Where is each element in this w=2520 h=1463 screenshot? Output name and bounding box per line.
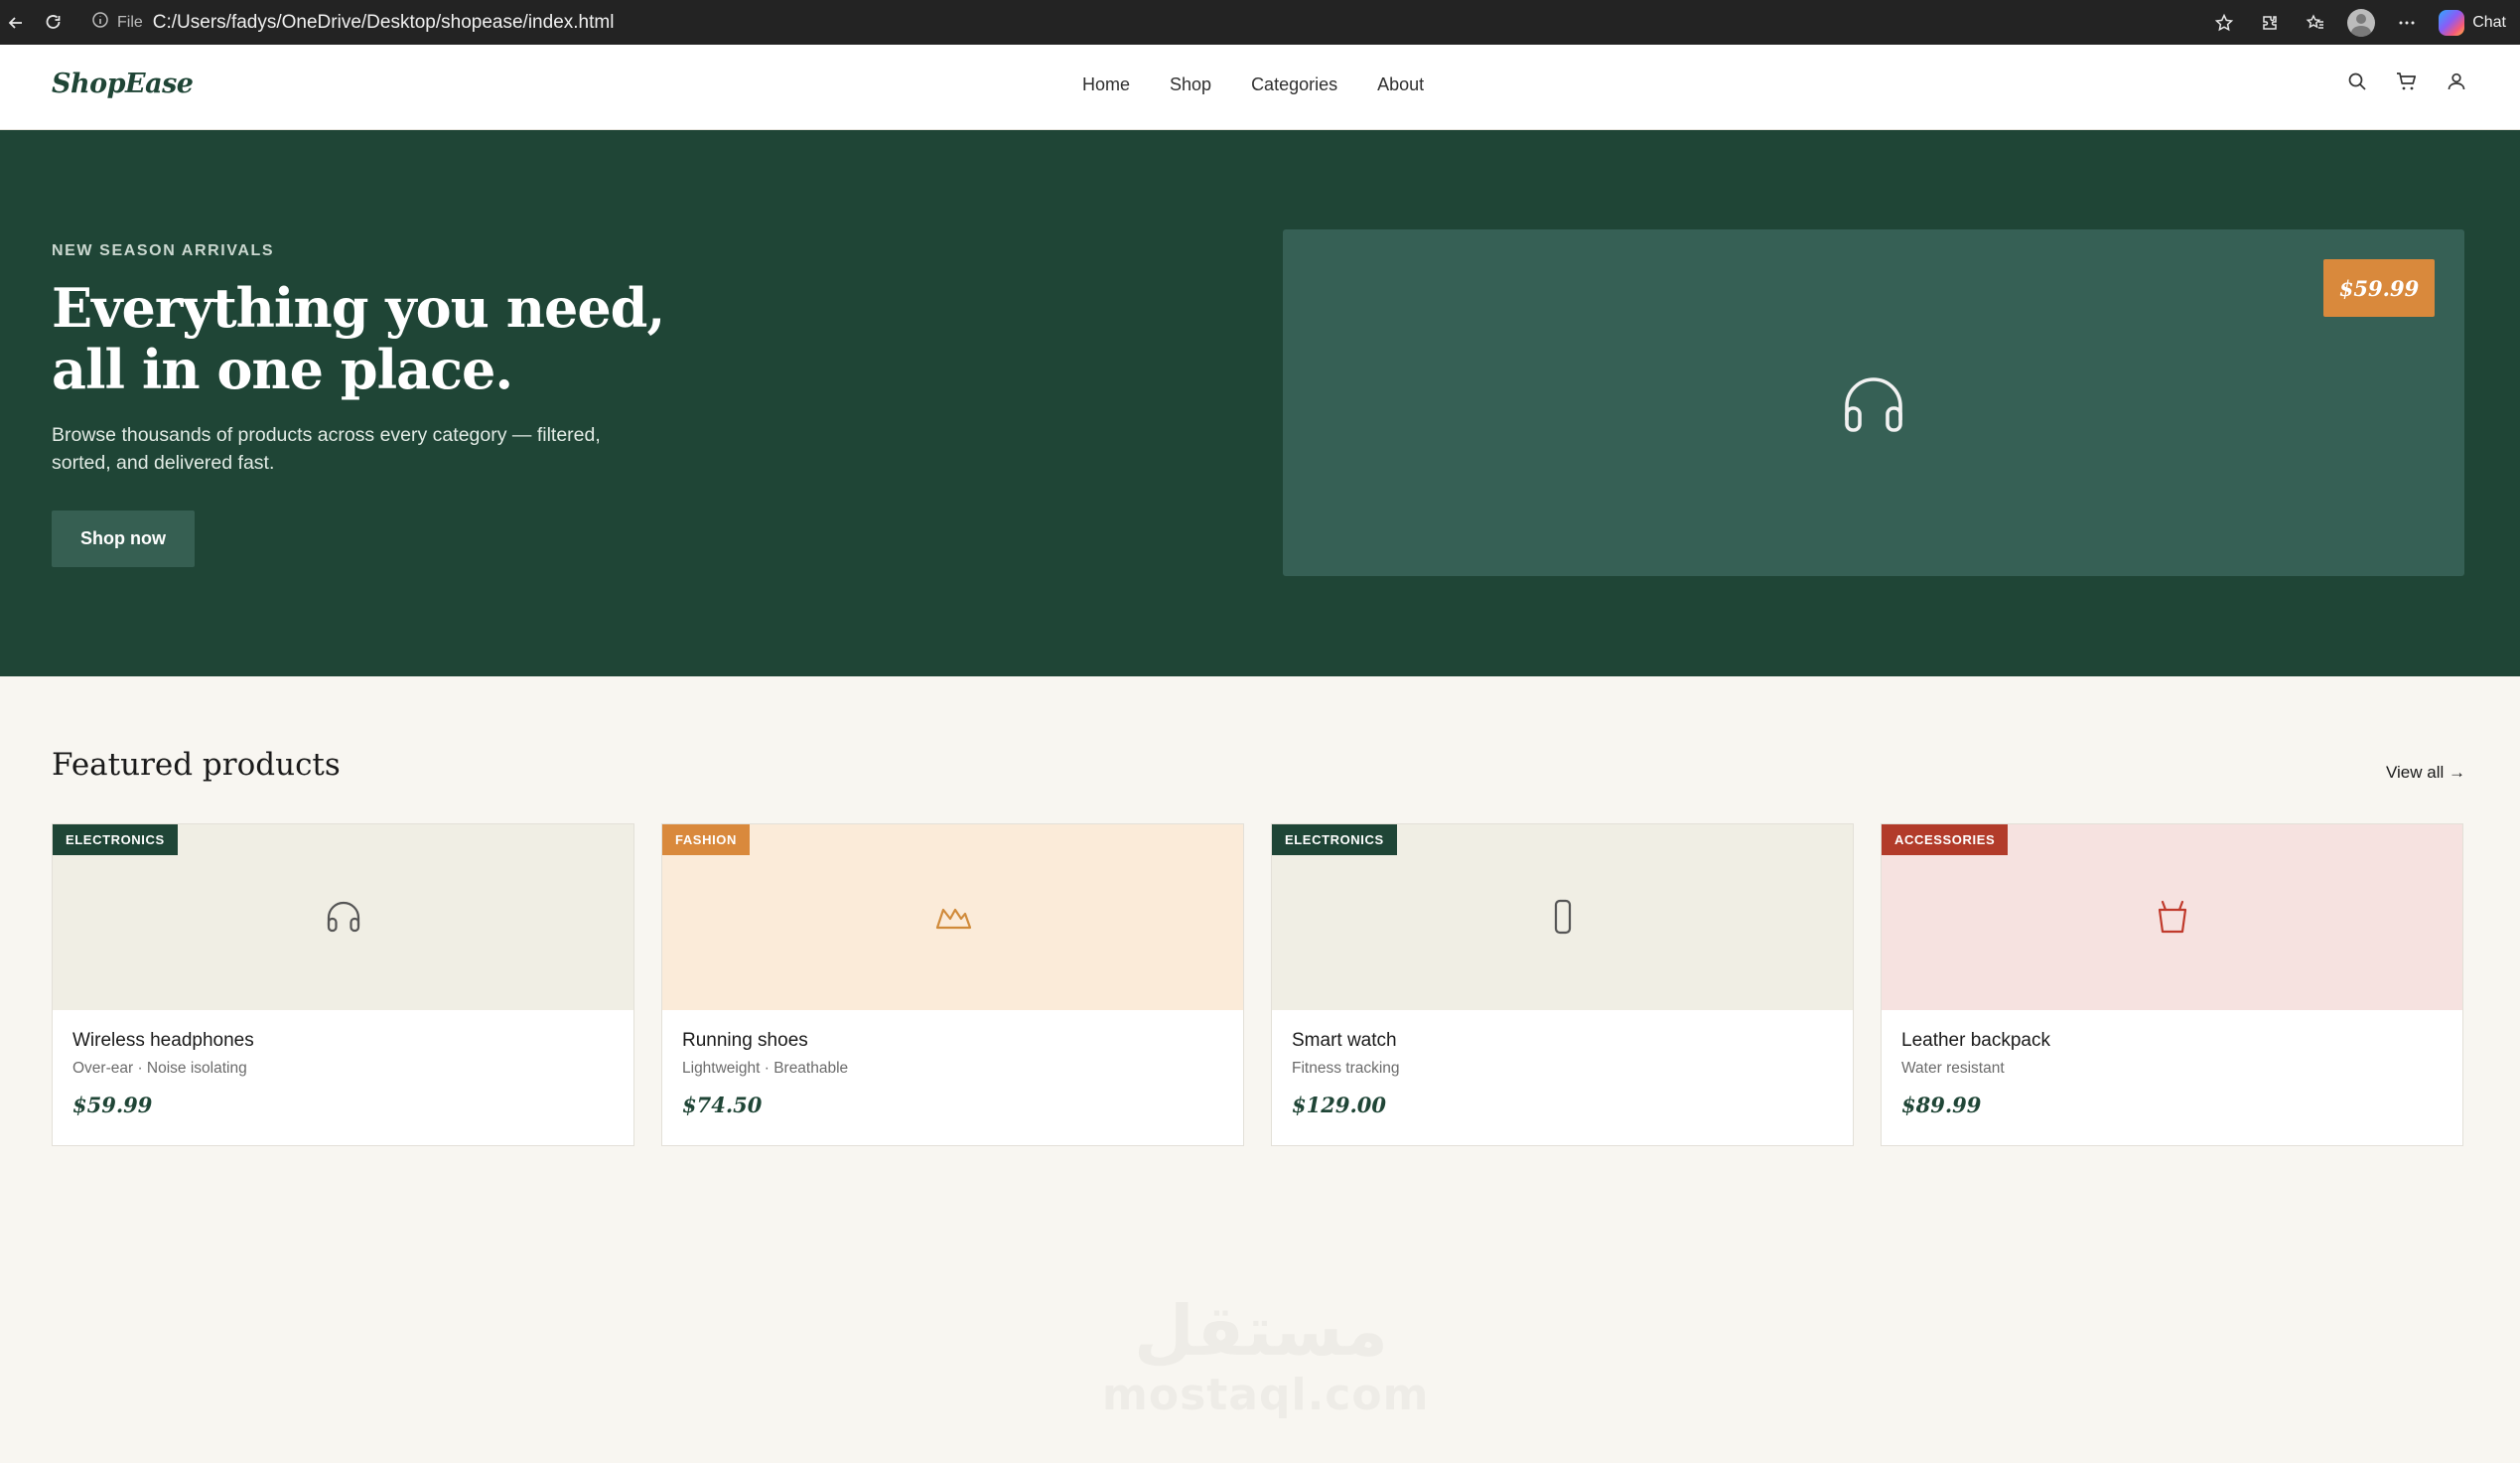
featured-products-title: Featured products [52,747,341,783]
back-icon[interactable] [2,9,30,37]
cart-icon[interactable] [2395,70,2419,93]
address-bar[interactable]: C:/Users/fadys/OneDrive/Desktop/shopease… [153,12,615,34]
headphones-icon [1839,370,1908,440]
nav-categories[interactable]: Categories [1251,74,1337,95]
hero-title: Everything you need, all in one place. [52,277,687,400]
product-description: Water resistant [1901,1060,2005,1077]
watermark-arabic: مستقل [1133,1290,1388,1372]
product-image: ELECTRONICS [1272,824,1853,1010]
more-icon[interactable] [2393,9,2421,37]
view-all-link[interactable]: View all → [2386,763,2465,783]
product-description: Fitness tracking [1292,1060,1400,1077]
profile-avatar[interactable] [2347,8,2376,37]
favorite-star-icon[interactable] [2210,9,2238,37]
product-description: Over-ear · Noise isolating [72,1060,247,1077]
product-name: Leather backpack [1901,1030,2050,1051]
header-actions [2345,70,2468,93]
product-image: FASHION [662,824,1243,1010]
product-card[interactable]: ELECTRONICS Smart watch Fitness tracking… [1271,823,1854,1146]
info-icon[interactable] [91,11,109,34]
hero-price-tag: $59.99 [2323,259,2435,317]
category-badge: ELECTRONICS [1272,824,1397,855]
favorites-list-icon[interactable] [2302,9,2329,37]
product-grid: ELECTRONICS Wireless headphones Over-ear… [52,823,2463,1146]
main-nav: Home Shop Categories About [1082,74,1424,95]
product-name: Smart watch [1292,1030,1397,1051]
product-name: Running shoes [682,1030,808,1051]
nav-shop[interactable]: Shop [1170,74,1211,95]
watermark-latin: mostaql.com [1102,1370,1430,1420]
product-price: $129.00 [1292,1093,1386,1117]
file-label: File [117,13,143,31]
hero-title-line-2: all in one place. [52,338,513,401]
bag-icon [2152,896,2193,938]
hero-subtitle: Browse thousands of products across ever… [52,424,601,474]
shoe-icon [932,896,974,938]
category-badge: FASHION [662,824,750,855]
product-card[interactable]: ACCESSORIES Leather backpack Water resis… [1881,823,2463,1146]
site-logo[interactable]: ShopEase [52,69,194,99]
headphones-icon [323,896,364,938]
shop-now-button[interactable]: Shop now [52,511,195,567]
product-price: $89.99 [1901,1093,1982,1117]
hero-eyebrow: NEW SEASON ARRIVALS [52,242,275,259]
category-badge: ACCESSORIES [1882,824,2009,855]
extensions-icon[interactable] [2256,9,2284,37]
hero-title-line-1: Everything you need, [52,276,665,340]
product-price: $74.50 [682,1093,763,1117]
product-image: ELECTRONICS [53,824,633,1010]
site-header: ShopEase Home Shop Categories About [0,45,2520,130]
product-card[interactable]: ELECTRONICS Wireless headphones Over-ear… [52,823,634,1146]
watch-icon [1542,896,1584,938]
copilot-icon [2439,9,2465,36]
search-icon[interactable] [2345,70,2369,93]
product-card[interactable]: FASHION Running shoes Lightweight · Brea… [661,823,1244,1146]
nav-home[interactable]: Home [1082,74,1130,95]
mostaql-watermark: مستقل mostaql.com [1102,1290,1430,1420]
reload-icon[interactable] [40,9,68,37]
hero-section: NEW SEASON ARRIVALS Everything you need,… [0,130,2520,676]
hero-product-panel[interactable]: $59.99 [1283,229,2464,576]
user-icon[interactable] [2445,70,2468,93]
product-price: $59.99 [72,1093,153,1117]
product-name: Wireless headphones [72,1030,254,1051]
product-image: ACCESSORIES [1882,824,2462,1010]
browser-toolbar: File C:/Users/fadys/OneDrive/Desktop/sho… [0,0,2520,45]
category-badge: ELECTRONICS [53,824,178,855]
product-description: Lightweight · Breathable [682,1060,849,1077]
chat-label: Chat [2472,13,2506,31]
nav-about[interactable]: About [1377,74,1424,95]
copilot-chat-button[interactable]: Chat [2439,9,2506,36]
